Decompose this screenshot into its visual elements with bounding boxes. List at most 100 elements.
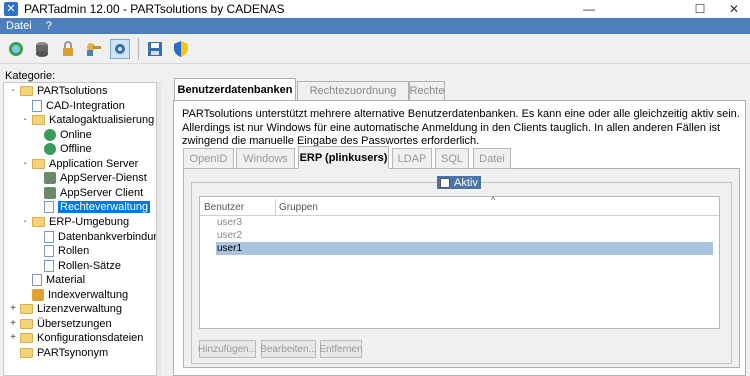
- page-icon: [44, 259, 54, 272]
- tree-item[interactable]: Indexverwaltung: [32, 288, 128, 302]
- index-icon: [32, 288, 44, 301]
- column-header-benutzer[interactable]: Benutzer: [204, 202, 244, 213]
- tab-rechte[interactable]: Rechte: [409, 81, 445, 101]
- tree-item[interactable]: AppServer-Dienst: [44, 171, 147, 185]
- title-bar: ✕ PARTadmin 12.00 - PARTsolutions by CAD…: [0, 0, 750, 18]
- tree-expander-icon[interactable]: -: [8, 85, 18, 96]
- tab-benutzerdatenbanken[interactable]: Benutzerdatenbanken: [174, 78, 296, 101]
- subtab-sql[interactable]: SQL: [435, 148, 469, 169]
- tree-item[interactable]: Online: [44, 128, 92, 142]
- subtab-erp-plinkusers[interactable]: ERP (plinkusers): [298, 146, 389, 169]
- tree-expander-icon[interactable]: +: [8, 318, 18, 329]
- app-icon: ✕: [4, 2, 18, 16]
- tree-item-label: Rollen: [58, 245, 90, 258]
- app-window: ✕ PARTadmin 12.00 - PARTsolutions by CAD…: [0, 0, 750, 376]
- tree-item[interactable]: Datenbankverbindung: [44, 230, 157, 244]
- tree-item[interactable]: ERP-Umgebung: [32, 215, 129, 229]
- tree-item[interactable]: Rollen-Sätze: [44, 259, 121, 273]
- tree-item[interactable]: PARTsolutions: [20, 84, 108, 98]
- folder-icon: [32, 115, 45, 126]
- table-row-selected[interactable]: user1: [216, 242, 713, 255]
- tree-item-label: Übersetzungen: [37, 317, 112, 330]
- tree-item[interactable]: Konfigurationsdateien: [20, 331, 143, 345]
- page-icon: [44, 201, 54, 214]
- remove-button[interactable]: Entfernen: [319, 340, 363, 358]
- description-text: PARTsolutions unterstützt mehrere altern…: [182, 108, 740, 147]
- table-row[interactable]: user2: [216, 229, 713, 242]
- checkbox-box[interactable]: [440, 177, 450, 188]
- tree-item[interactable]: Material: [32, 273, 85, 287]
- tree-item[interactable]: CAD-Integration: [32, 99, 125, 113]
- page-icon: [32, 99, 42, 112]
- folder-icon: [20, 86, 33, 96]
- column-header-gruppen[interactable]: Gruppen: [279, 202, 318, 213]
- column-divider[interactable]: [275, 199, 276, 216]
- subtab-ldap[interactable]: LDAP: [392, 148, 432, 169]
- server-icon: [44, 172, 56, 185]
- save-icon[interactable]: [145, 39, 165, 59]
- page-icon: [44, 245, 54, 258]
- refresh-icon[interactable]: [6, 39, 26, 59]
- menu-help[interactable]: ?: [46, 20, 52, 32]
- folder-icon: [20, 333, 33, 344]
- tab-rechtezuordnung[interactable]: Rechtezuordnung: [297, 81, 409, 101]
- tree-item-label: Application Server: [49, 157, 139, 170]
- minimize-button[interactable]: —: [566, 0, 612, 18]
- subtab-datei[interactable]: Datei: [473, 148, 511, 169]
- tree-item[interactable]: Übersetzungen: [20, 317, 112, 331]
- tree-item[interactable]: Katalogaktualisierung: [32, 113, 154, 127]
- menu-bar: Datei ?: [0, 18, 750, 34]
- subtab-windows[interactable]: Windows: [236, 148, 295, 169]
- tree-item[interactable]: AppServer Client: [44, 186, 143, 200]
- database-icon[interactable]: [32, 39, 52, 59]
- tree-item-label: Rollen-Sätze: [58, 259, 121, 272]
- tree-scrollbar[interactable]: [157, 82, 161, 376]
- globe-icon: [44, 128, 56, 141]
- tree-item[interactable]: Lizenzverwaltung: [20, 302, 122, 316]
- tree-expander-icon[interactable]: -: [20, 158, 30, 169]
- tree-item-label: Katalogaktualisierung: [49, 114, 155, 127]
- category-label: Kategorie:: [5, 70, 56, 82]
- tree-item-label: AppServer Client: [60, 186, 144, 199]
- folder-icon: [20, 347, 33, 358]
- maximize-button[interactable]: ☐: [682, 0, 718, 18]
- gear-icon[interactable]: [110, 38, 130, 59]
- page-icon: [32, 274, 42, 287]
- folder-icon: [20, 304, 33, 315]
- toolbar-separator: [138, 37, 139, 60]
- add-button[interactable]: Hinzufügen...: [198, 340, 257, 358]
- tree-item-label: Konfigurationsdateien: [37, 332, 144, 345]
- tree-item-label: Indexverwaltung: [48, 288, 129, 301]
- lock-icon[interactable]: [58, 39, 78, 59]
- tree-item-label: Offline: [60, 143, 92, 156]
- folder-icon: [32, 158, 45, 169]
- aktiv-checkbox[interactable]: Aktiv: [437, 176, 481, 189]
- tree-expander-icon[interactable]: +: [8, 332, 18, 343]
- tree-item-label: Lizenzverwaltung: [37, 303, 122, 316]
- tree-item[interactable]: Rechteverwaltung: [44, 200, 151, 214]
- subtab-openid[interactable]: OpenID: [183, 148, 234, 169]
- tree-expander-icon[interactable]: +: [8, 303, 18, 314]
- key-icon[interactable]: [84, 39, 104, 59]
- tree-item-label: Datenbankverbindung: [58, 230, 157, 243]
- shield-icon[interactable]: [171, 39, 191, 59]
- globe-icon: [44, 143, 56, 156]
- close-button[interactable]: ✕: [718, 0, 750, 18]
- tree-item[interactable]: Application Server: [32, 157, 138, 171]
- tree-item-label: Material: [46, 274, 86, 287]
- menu-datei[interactable]: Datei: [6, 20, 32, 32]
- tree-item-label: PARTsolutions: [37, 85, 108, 97]
- tree-item[interactable]: Rollen: [44, 244, 89, 258]
- folder-icon: [20, 318, 33, 329]
- tree-item[interactable]: Offline: [44, 142, 92, 156]
- table-row[interactable]: user3: [216, 216, 713, 229]
- aktiv-label: Aktiv: [454, 176, 478, 189]
- tree-item-label: Online: [60, 128, 92, 141]
- tree-item[interactable]: PARTsynonym: [20, 346, 108, 360]
- tree-expander-icon[interactable]: -: [20, 216, 30, 227]
- tree-expander-icon[interactable]: -: [20, 114, 30, 125]
- edit-button[interactable]: Bearbeiten...: [260, 340, 317, 358]
- user-table: Benutzer Gruppen ^ user3 user2 user1: [199, 195, 720, 329]
- tree-item-label: Rechteverwaltung: [58, 201, 151, 214]
- sort-indicator-icon: ^: [491, 195, 496, 205]
